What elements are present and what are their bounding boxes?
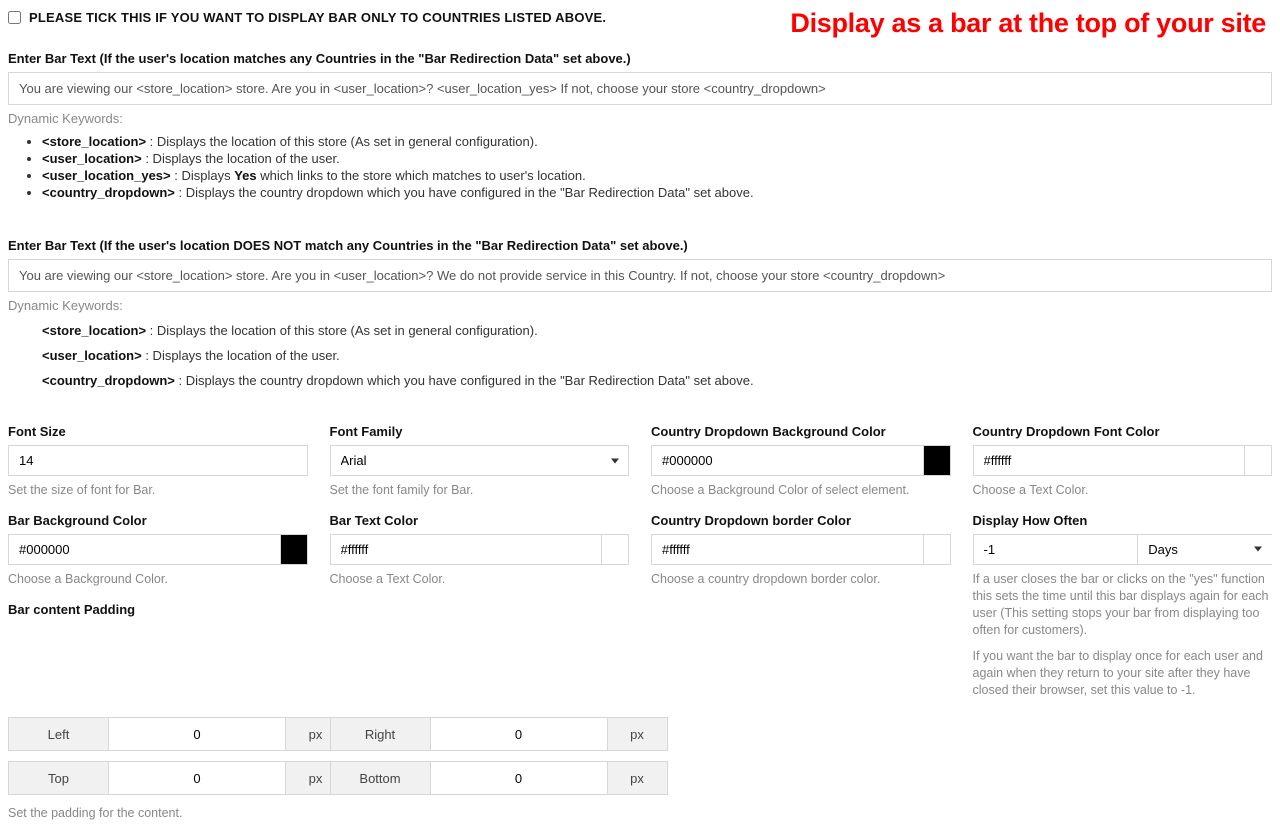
- padding-right-label: Right: [330, 717, 430, 751]
- keyword-item: <user_location_yes> : Displays Yes which…: [42, 168, 1272, 183]
- dynamic-keywords-list: <store_location> : Displays the location…: [42, 323, 1272, 388]
- dd-border-color-input[interactable]: [651, 534, 923, 565]
- keyword-item: <store_location> : Displays the location…: [42, 323, 1272, 338]
- padding-right-input[interactable]: [430, 717, 608, 751]
- dd-font-color-swatch[interactable]: [1244, 445, 1272, 476]
- font-family-help: Set the font family for Bar.: [330, 482, 630, 499]
- display-how-often-label: Display How Often: [973, 513, 1273, 528]
- dd-bg-color-swatch[interactable]: [923, 445, 951, 476]
- bar-bg-color-swatch[interactable]: [280, 534, 308, 565]
- font-size-help: Set the size of font for Bar.: [8, 482, 308, 499]
- keyword-item: <store_location> : Displays the location…: [42, 134, 1272, 149]
- display-how-often-input[interactable]: [973, 534, 1138, 565]
- hero-heading: Display as a bar at the top of your site: [790, 8, 1266, 39]
- padding-top-label: Top: [8, 761, 108, 795]
- dd-border-color-label: Country Dropdown border Color: [651, 513, 951, 528]
- dd-font-color-help: Choose a Text Color.: [973, 482, 1273, 499]
- font-size-input[interactable]: [8, 445, 308, 476]
- font-size-label: Font Size: [8, 424, 308, 439]
- padding-left-input[interactable]: [108, 717, 286, 751]
- dynamic-keywords-label: Dynamic Keywords:: [8, 111, 1272, 126]
- display-how-often-unit-select[interactable]: [1137, 534, 1272, 565]
- bar-bg-color-label: Bar Background Color: [8, 513, 308, 528]
- bar-text-match-label: Enter Bar Text (If the user's location m…: [8, 51, 1272, 66]
- display-how-often-help: If a user closes the bar or clicks on th…: [973, 571, 1273, 639]
- dd-bg-color-label: Country Dropdown Background Color: [651, 424, 951, 439]
- bar-text-color-label: Bar Text Color: [330, 513, 630, 528]
- dd-bg-color-help: Choose a Background Color of select elem…: [651, 482, 951, 499]
- keyword-item: <user_location> : Displays the location …: [42, 348, 1272, 363]
- display-only-listed-checkbox[interactable]: [8, 11, 21, 24]
- padding-top-input[interactable]: [108, 761, 286, 795]
- padding-left-label: Left: [8, 717, 108, 751]
- keyword-item: <country_dropdown> : Displays the countr…: [42, 373, 1272, 388]
- padding-unit: px: [608, 761, 668, 795]
- bar-bg-color-input[interactable]: [8, 534, 280, 565]
- dd-border-color-help: Choose a country dropdown border color.: [651, 571, 951, 588]
- padding-help: Set the padding for the content.: [8, 805, 308, 822]
- dd-font-color-label: Country Dropdown Font Color: [973, 424, 1273, 439]
- padding-unit: px: [608, 717, 668, 751]
- bar-text-color-help: Choose a Text Color.: [330, 571, 630, 588]
- bar-padding-label: Bar content Padding: [8, 602, 308, 617]
- dd-bg-color-input[interactable]: [651, 445, 923, 476]
- keyword-item: <user_location> : Displays the location …: [42, 151, 1272, 166]
- font-family-label: Font Family: [330, 424, 630, 439]
- dynamic-keywords-list: <store_location> : Displays the location…: [42, 134, 1272, 200]
- keyword-item: <country_dropdown> : Displays the countr…: [42, 185, 1272, 200]
- dd-border-color-swatch[interactable]: [923, 534, 951, 565]
- bar-bg-color-help: Choose a Background Color.: [8, 571, 308, 588]
- display-only-listed-label: PLEASE TICK THIS IF YOU WANT TO DISPLAY …: [29, 10, 606, 25]
- bar-text-nomatch-input[interactable]: [8, 259, 1272, 292]
- bar-text-match-input[interactable]: [8, 72, 1272, 105]
- dd-font-color-input[interactable]: [973, 445, 1245, 476]
- font-family-select[interactable]: [330, 445, 630, 476]
- padding-bottom-input[interactable]: [430, 761, 608, 795]
- padding-bottom-label: Bottom: [330, 761, 430, 795]
- display-how-often-help2: If you want the bar to display once for …: [973, 648, 1273, 699]
- bar-text-color-swatch[interactable]: [601, 534, 629, 565]
- bar-text-nomatch-label: Enter Bar Text (If the user's location D…: [8, 238, 1272, 253]
- dynamic-keywords-label: Dynamic Keywords:: [8, 298, 1272, 313]
- bar-text-color-input[interactable]: [330, 534, 602, 565]
